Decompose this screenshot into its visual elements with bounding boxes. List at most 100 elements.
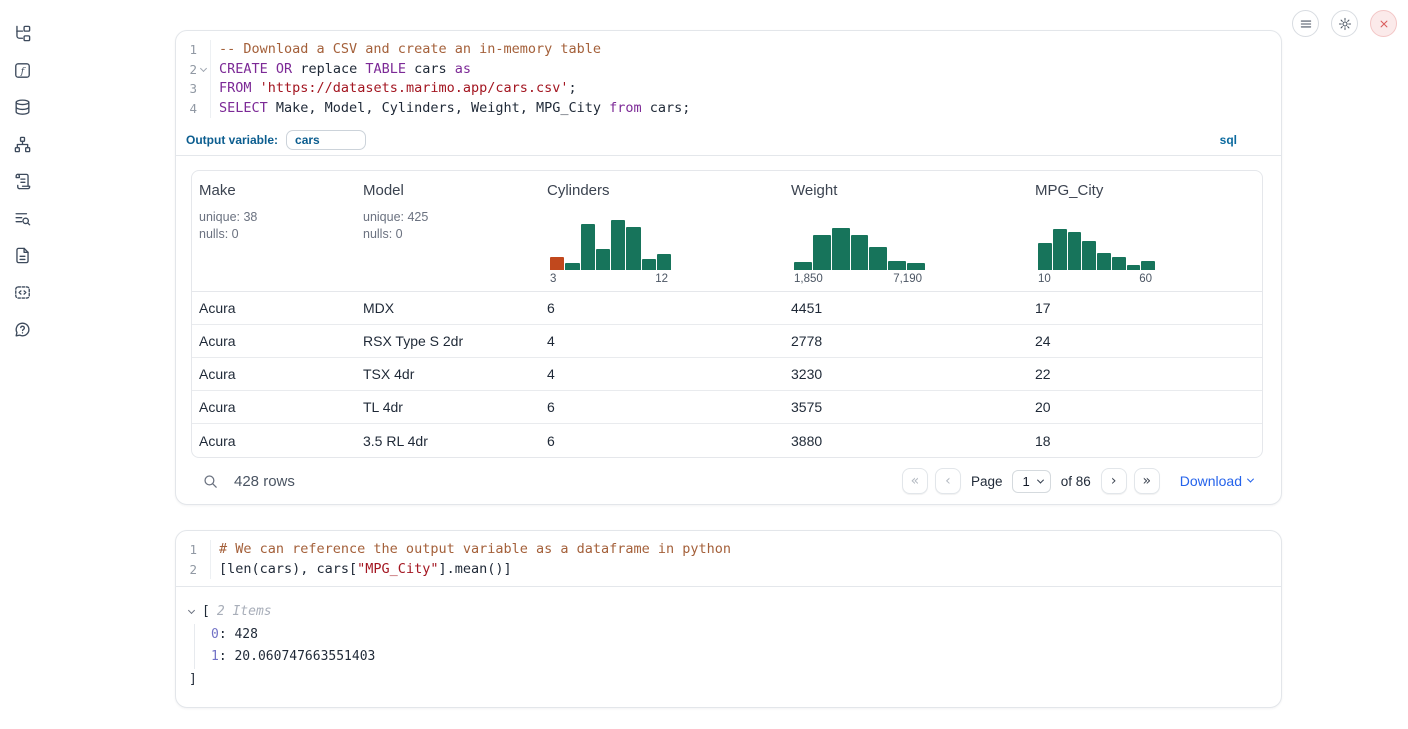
table-body: AcuraMDX6445117AcuraRSX Type S 2dr427782…: [192, 292, 1262, 457]
code-text: [len(cars), cars["MPG_City"].mean()]: [210, 560, 1281, 580]
code-line: 4 SELECT Make, Model, Cylinders, Weight, …: [176, 99, 1281, 119]
settings-icon[interactable]: [1331, 10, 1358, 37]
code-line: 1# We can reference the output variable …: [176, 540, 1281, 560]
rows-count: 428 rows: [234, 473, 295, 490]
line-number: 4: [176, 99, 197, 119]
table-header-row: Makeunique: 38nulls: 0Modelunique: 425nu…: [192, 171, 1262, 292]
table-row[interactable]: AcuraTSX 4dr4323022: [192, 358, 1262, 391]
table-cell: 18: [1028, 433, 1262, 449]
notebook-area: 1 -- Download a CSV and create an in-memo…: [175, 30, 1282, 708]
tree-item: 0: 428: [211, 624, 1267, 647]
fold-spacer: [197, 560, 210, 580]
table-row[interactable]: AcuraMDX6445117: [192, 292, 1262, 325]
list-search-icon[interactable]: [12, 208, 32, 228]
histogram-bar: [550, 257, 564, 270]
table-cell: 6: [540, 399, 784, 415]
next-page-button[interactable]: ›: [1101, 468, 1127, 494]
results-table: Makeunique: 38nulls: 0Modelunique: 425nu…: [191, 170, 1263, 458]
table-cell: RSX Type S 2dr: [356, 333, 540, 349]
close-icon[interactable]: [1370, 10, 1397, 37]
function-icon[interactable]: f: [12, 60, 32, 80]
column-header[interactable]: MPG_City1060: [1028, 171, 1262, 291]
code-snippet-icon[interactable]: [12, 282, 32, 302]
page-select[interactable]: 1: [1012, 470, 1050, 493]
histogram-bar: [1038, 243, 1052, 270]
histogram-bar: [813, 235, 831, 270]
language-badge: sql: [1220, 133, 1271, 147]
table-cell: MDX: [356, 300, 540, 316]
fold-spacer: [197, 99, 210, 119]
table-cell: 3230: [784, 366, 1028, 382]
last-page-button[interactable]: »: [1134, 468, 1160, 494]
column-stats: unique: 425nulls: 0: [363, 209, 532, 243]
top-toolbar: [1292, 10, 1397, 37]
column-name: MPG_City: [1035, 182, 1254, 199]
line-number: 1: [176, 540, 197, 560]
tree-close-bracket: ]: [189, 669, 1267, 692]
tree-item: 1: 20.060747663551403: [211, 646, 1267, 669]
menu-icon[interactable]: [1292, 10, 1319, 37]
table-footer: 428 rows « ‹ Page 1 of 86 › » Download: [191, 458, 1263, 504]
tree-items-count: 2 Items: [217, 601, 272, 624]
table-cell: 24: [1028, 333, 1262, 349]
database-icon[interactable]: [12, 97, 32, 117]
first-page-button[interactable]: «: [902, 468, 928, 494]
histogram-bar: [888, 261, 906, 270]
column-header[interactable]: Cylinders312: [540, 171, 784, 291]
collapse-chevron-icon[interactable]: [189, 611, 202, 613]
column-histogram: [550, 218, 671, 270]
python-editor[interactable]: 1# We can reference the output variable …: [176, 531, 1281, 586]
table-row[interactable]: AcuraTL 4dr6357520: [192, 391, 1262, 424]
prev-page-button[interactable]: ‹: [935, 468, 961, 494]
column-header[interactable]: Modelunique: 425nulls: 0: [356, 171, 540, 291]
histogram-bar: [1097, 253, 1111, 270]
fold-spacer: [197, 40, 210, 60]
histogram-bar: [1053, 229, 1067, 270]
fold-chevron-icon[interactable]: [197, 60, 210, 80]
scroll-icon[interactable]: [12, 171, 32, 191]
column-name: Make: [199, 182, 348, 199]
column-header[interactable]: Makeunique: 38nulls: 0: [192, 171, 356, 291]
tree-header: [ 2 Items: [189, 601, 1267, 624]
histogram-bar: [1141, 261, 1155, 270]
table-cell: Acura: [192, 433, 356, 449]
table-cell: TSX 4dr: [356, 366, 540, 382]
table-cell: 22: [1028, 366, 1262, 382]
histogram-axis-labels: 1,8507,190: [794, 273, 925, 285]
table-cell: Acura: [192, 300, 356, 316]
dependency-graph-icon[interactable]: [12, 134, 32, 154]
histogram-bar: [1068, 232, 1082, 270]
line-number: 3: [176, 79, 197, 99]
table-cell: 2778: [784, 333, 1028, 349]
file-tree-icon[interactable]: [12, 23, 32, 43]
document-icon[interactable]: [12, 245, 32, 265]
search-icon[interactable]: [199, 470, 221, 492]
chevron-down-icon: [1247, 475, 1254, 482]
table-cell: 3.5 RL 4dr: [356, 433, 540, 449]
table-cell: Acura: [192, 333, 356, 349]
table-cell: Acura: [192, 366, 356, 382]
histogram-bar: [611, 220, 625, 270]
table-cell: TL 4dr: [356, 399, 540, 415]
fold-spacer: [197, 540, 210, 560]
table-row[interactable]: Acura3.5 RL 4dr6388018: [192, 424, 1262, 457]
output-variable-input[interactable]: [286, 130, 366, 150]
histogram-bar: [851, 235, 869, 270]
table-cell: 6: [540, 433, 784, 449]
download-button[interactable]: Download: [1180, 473, 1253, 489]
table-row[interactable]: AcuraRSX Type S 2dr4277824: [192, 325, 1262, 358]
code-text: SELECT Make, Model, Cylinders, Weight, M…: [210, 99, 1281, 119]
table-cell: 4: [540, 366, 784, 382]
help-icon[interactable]: [12, 319, 32, 339]
table-cell: 3880: [784, 433, 1028, 449]
python-output-tree: [ 2 Items 0: 4281: 20.060747663551403 ]: [176, 587, 1281, 707]
fold-spacer: [197, 79, 210, 99]
code-text: -- Download a CSV and create an in-memor…: [210, 40, 1281, 60]
page-select-value: 1: [1022, 474, 1029, 489]
column-header[interactable]: Weight1,8507,190: [784, 171, 1028, 291]
table-cell: Acura: [192, 399, 356, 415]
histogram-bar: [832, 228, 850, 270]
sql-editor[interactable]: 1-- Download a CSV and create an in-memo…: [176, 31, 1281, 125]
column-histogram: [1038, 218, 1155, 270]
histogram-bar: [565, 263, 579, 270]
